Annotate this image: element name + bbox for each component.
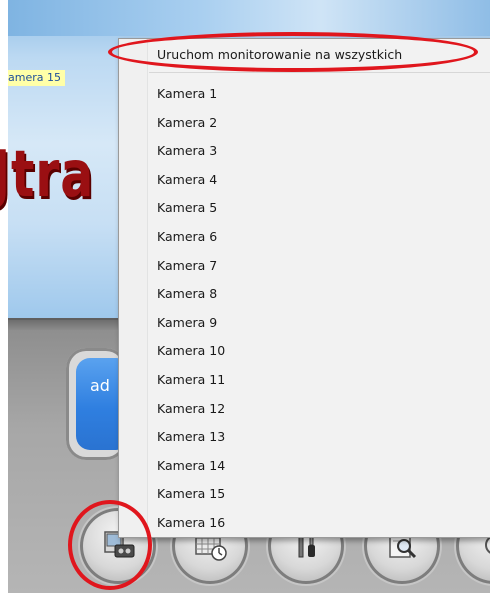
menu-item-kamera-2[interactable]: Kamera 2 xyxy=(157,113,217,133)
menu-item-kamera-8[interactable]: Kamera 8 xyxy=(157,284,217,304)
menu-item-kamera-15[interactable]: Kamera 15 xyxy=(157,484,225,504)
camera-context-menu: Uruchom monitorowanie na wszystkich Kame… xyxy=(118,38,490,538)
menu-item-kamera-1[interactable]: Kamera 1 xyxy=(157,84,217,104)
camera-view-top-band xyxy=(8,0,490,36)
camera-label-tag: amera 15 xyxy=(8,70,65,86)
menu-item-kamera-5[interactable]: Kamera 5 xyxy=(157,198,217,218)
menu-item-kamera-10[interactable]: Kamera 10 xyxy=(157,341,225,361)
menu-icon-gutter xyxy=(119,39,148,537)
application-window: amera 15 Jtra ad Uruchom monitorowanie n… xyxy=(0,0,490,593)
menu-item-kamera-7[interactable]: Kamera 7 xyxy=(157,256,217,276)
menu-item-kamera-12[interactable]: Kamera 12 xyxy=(157,399,225,419)
menu-item-kamera-11[interactable]: Kamera 11 xyxy=(157,370,225,390)
menu-item-kamera-14[interactable]: Kamera 14 xyxy=(157,456,225,476)
menu-separator xyxy=(149,72,490,73)
menu-item-kamera-16[interactable]: Kamera 16 xyxy=(157,513,225,533)
menu-item-start-all[interactable]: Uruchom monitorowanie na wszystkich xyxy=(157,45,402,65)
logo-title: Jtra xyxy=(0,138,95,212)
menu-item-kamera-6[interactable]: Kamera 6 xyxy=(157,227,217,247)
menu-item-kamera-9[interactable]: Kamera 9 xyxy=(157,313,217,333)
menu-item-kamera-4[interactable]: Kamera 4 xyxy=(157,170,217,190)
menu-item-kamera-3[interactable]: Kamera 3 xyxy=(157,141,217,161)
menu-item-kamera-13[interactable]: Kamera 13 xyxy=(157,427,225,447)
